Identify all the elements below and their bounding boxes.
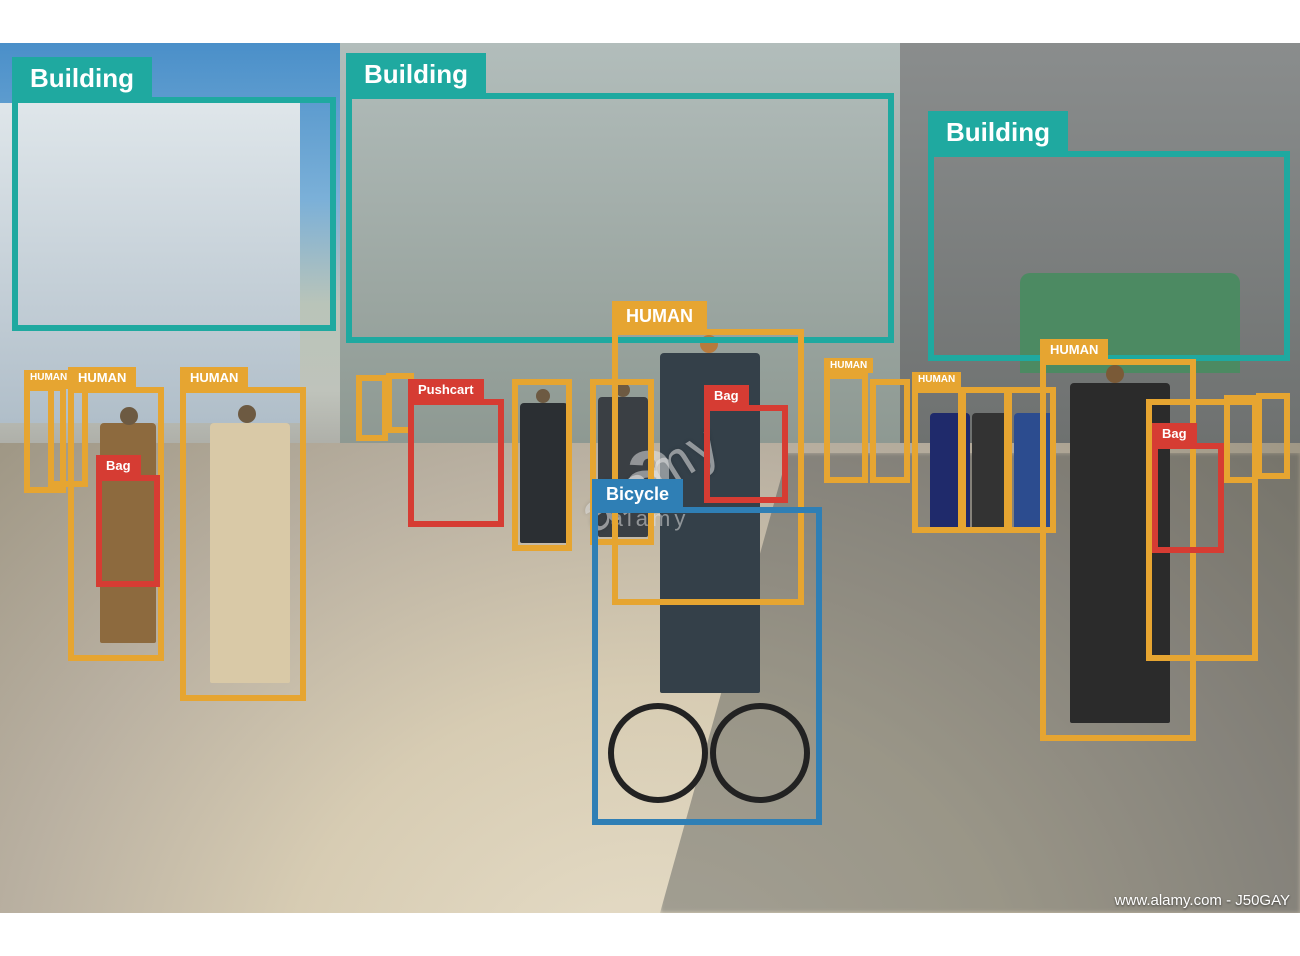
bbox-label: Building (12, 57, 152, 97)
bbox-label: Bicycle (592, 479, 683, 507)
bbox-human-far-r1: HUMAN (1224, 395, 1258, 483)
bbox-building-1: Building (12, 97, 336, 331)
bbox-label: HUMAN (180, 367, 248, 387)
stage: alamy a alamy BuildingBuildingBuildingHU… (0, 0, 1300, 956)
bbox-human-far-r2: HUMAN (1256, 393, 1290, 479)
bbox-label: Pushcart (408, 379, 484, 399)
bbox-bag-r: Bag (1152, 443, 1224, 553)
bbox-label: Bag (704, 385, 749, 405)
bbox-human-l-2: HUMAN (180, 387, 306, 701)
stock-id-text: www.alamy.com - J50GAY (1115, 892, 1290, 909)
bbox-pushcart: Pushcart (408, 399, 504, 527)
bbox-label: HUMAN (824, 358, 873, 373)
bbox-bicycle: Bicycle (592, 507, 822, 825)
bbox-label: Building (346, 53, 486, 93)
bbox-human-group-1: HUMAN (912, 387, 964, 533)
bbox-label: Bag (96, 455, 141, 475)
bbox-human-mid-1: HUMAN (512, 379, 572, 551)
bbox-building-3: Building (928, 151, 1290, 361)
bbox-label: Building (928, 111, 1068, 151)
bbox-human-r-bg1: HUMAN (824, 373, 868, 483)
bbox-human-group-2: HUMAN (960, 387, 1010, 533)
bbox-bag-center: Bag (704, 405, 788, 503)
bbox-bag-l: Bag (96, 475, 160, 587)
bbox-label: Bag (1152, 423, 1197, 443)
bbox-label: HUMAN (68, 367, 136, 387)
bbox-label: HUMAN (1040, 339, 1108, 359)
bbox-label: HUMAN (612, 301, 707, 329)
bbox-human-r-bg2: HUMAN (870, 379, 910, 483)
bbox-label: HUMAN (912, 372, 961, 387)
scene-canvas: alamy a alamy BuildingBuildingBuildingHU… (0, 43, 1300, 913)
bbox-human-mid-bg1: HUMAN (356, 375, 388, 441)
